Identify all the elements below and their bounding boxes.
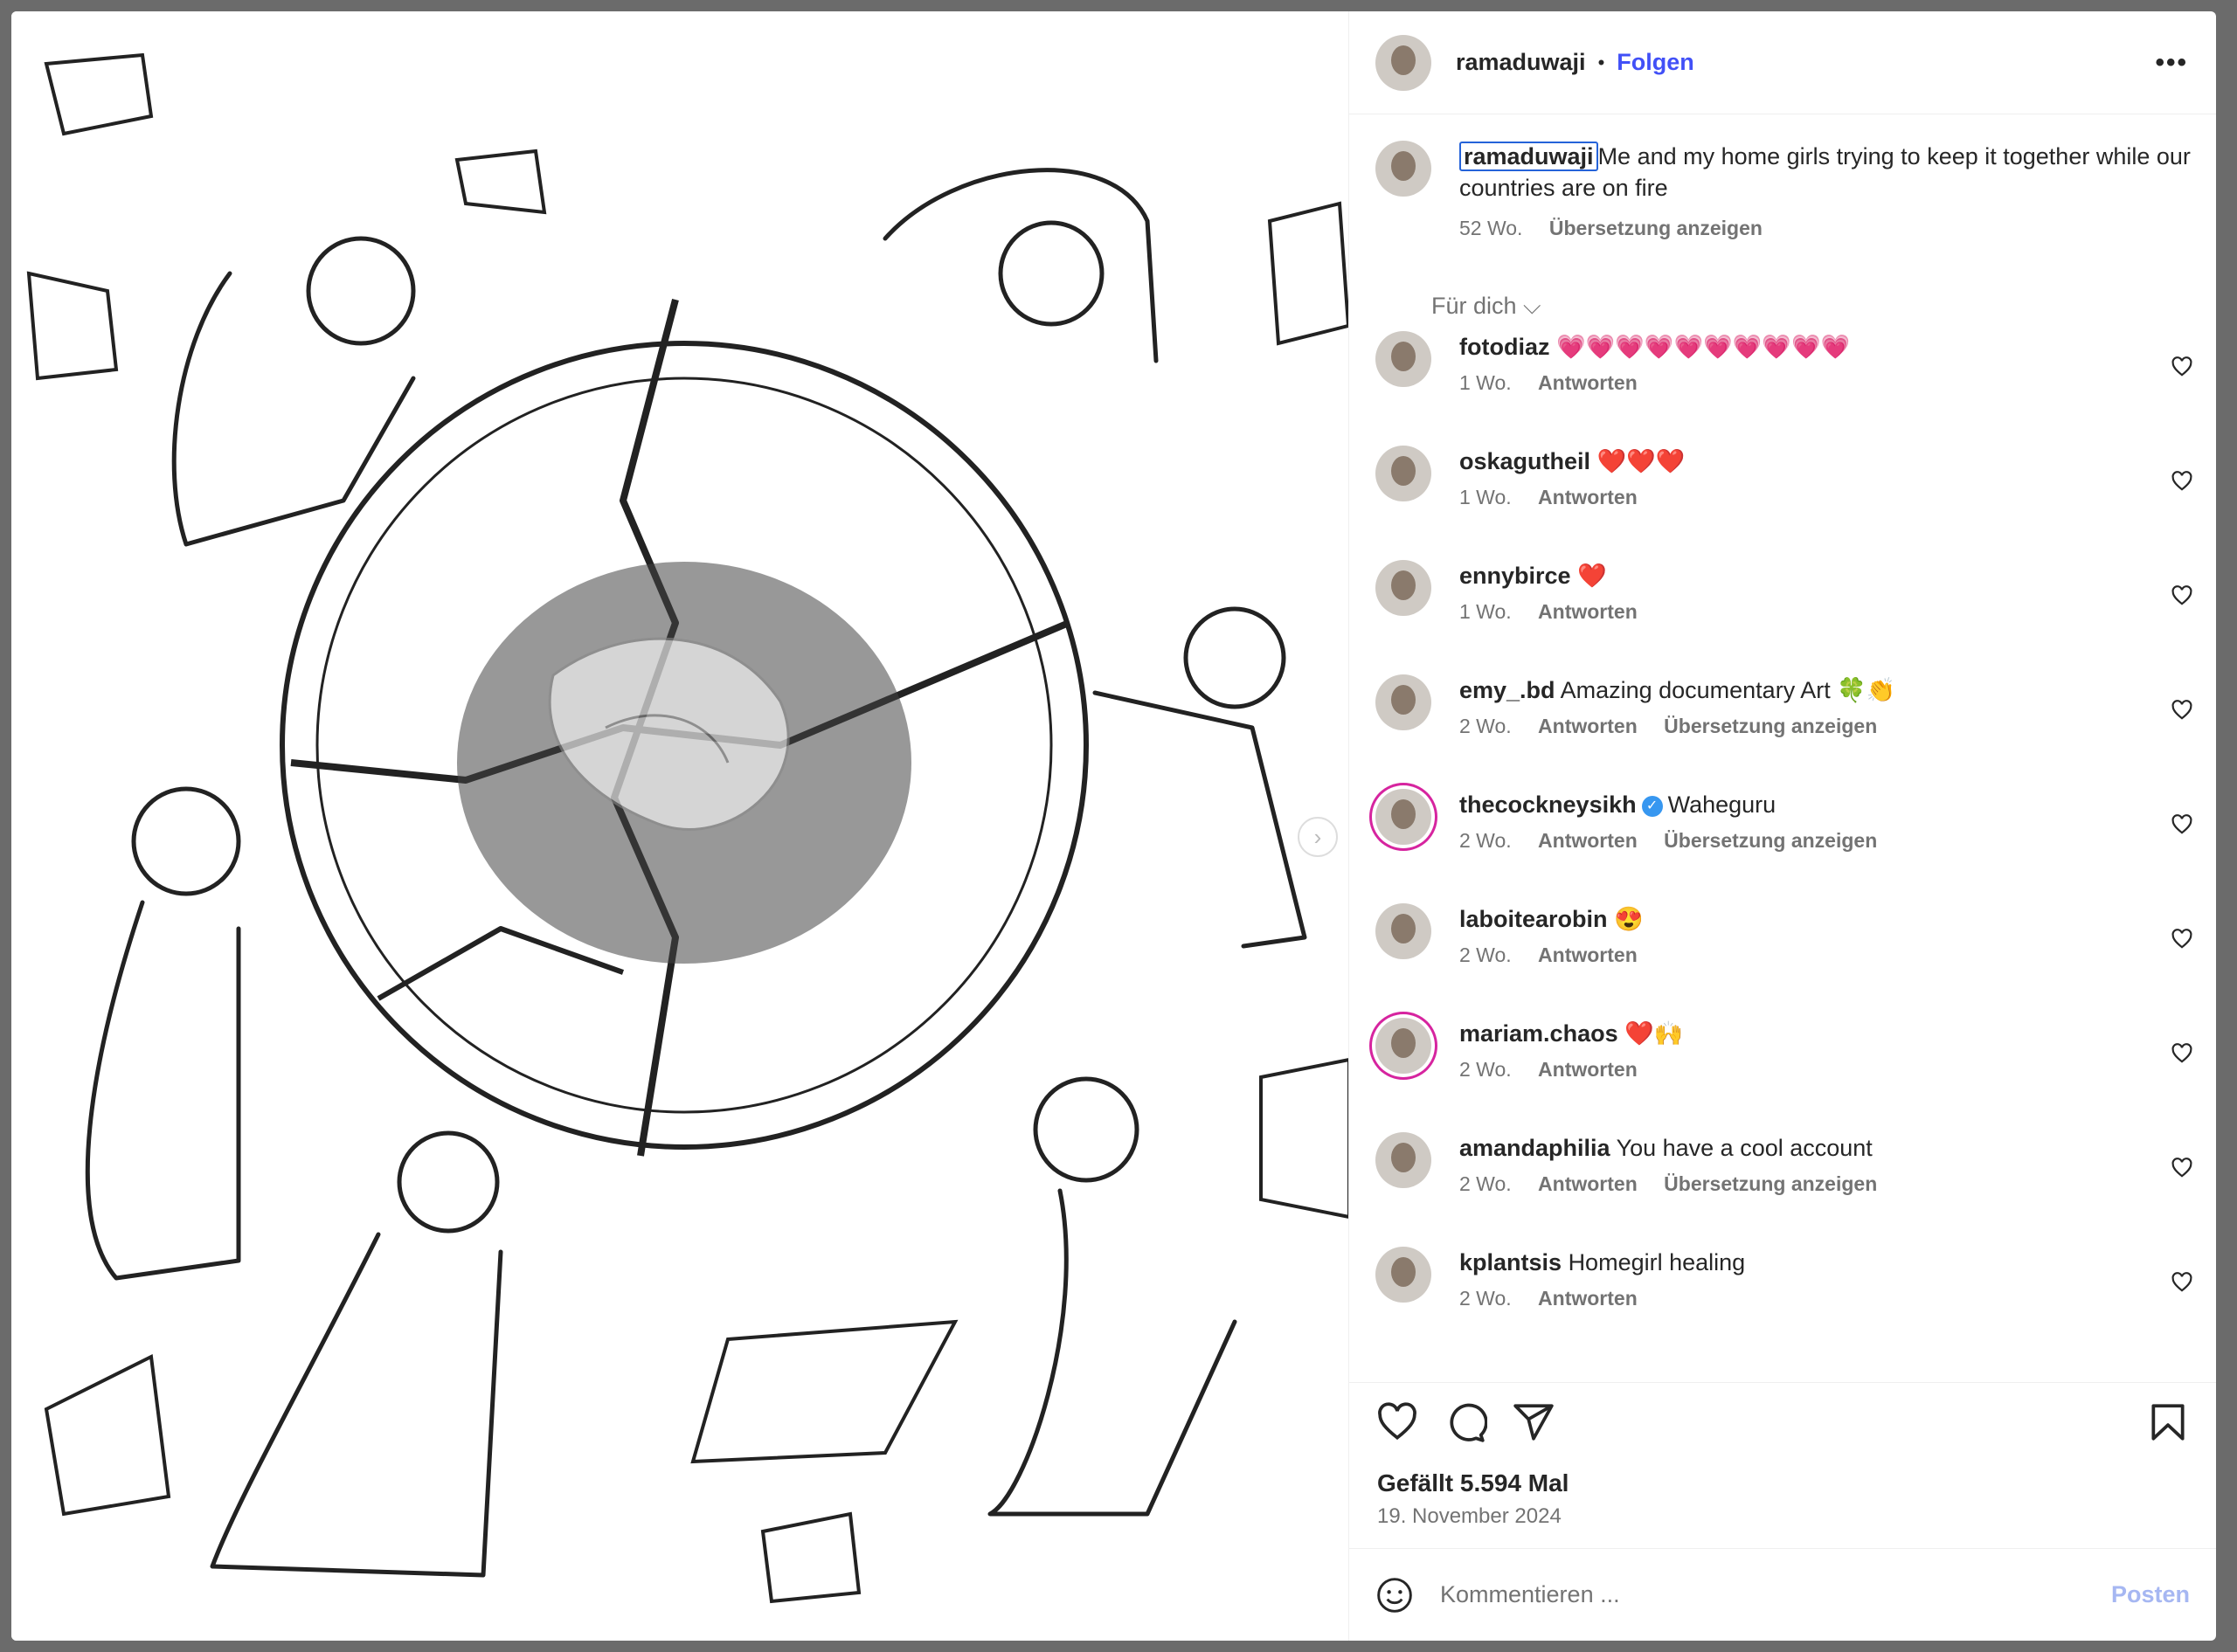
comment-avatar[interactable] (1375, 789, 1431, 845)
comment-row: oskagutheil ❤️❤️❤️ 1 Wo. Antworten (1375, 444, 2193, 558)
caption-username[interactable]: ramaduwaji (1459, 142, 1598, 171)
comment-reply-link[interactable]: Antworten (1538, 1058, 1638, 1081)
comment-avatar[interactable] (1375, 331, 1431, 387)
comment-like-heart-icon[interactable] (2171, 928, 2193, 950)
chevron-right-icon: › (1313, 823, 1322, 850)
comment-composer: Posten (1349, 1548, 2216, 1641)
post-modal: › ramaduwaji • Folgen ••• ramaduwaji Me a… (11, 11, 2216, 1641)
post-comment-button[interactable]: Posten (2111, 1581, 2190, 1608)
comment-translate-link[interactable]: Übersetzung anzeigen (1664, 715, 1877, 737)
comment-avatar[interactable] (1375, 446, 1431, 501)
more-icon[interactable]: ••• (2155, 48, 2188, 78)
comment-filter-dropdown[interactable]: Für dich ⌵ (1431, 293, 2193, 321)
comment-time[interactable]: 2 Wo. (1459, 829, 1512, 852)
comment-username[interactable]: ennybirce (1459, 563, 1571, 589)
comment-text: ❤️ (1577, 563, 1607, 589)
comment-time[interactable]: 2 Wo. (1459, 1287, 1512, 1310)
comment-reply-link[interactable]: Antworten (1538, 829, 1638, 852)
comment-translate-link[interactable]: Übersetzung anzeigen (1664, 829, 1877, 852)
caption-time[interactable]: 52 Wo. (1459, 217, 1522, 239)
comment-reply-link[interactable]: Antworten (1538, 944, 1638, 966)
comment-time[interactable]: 2 Wo. (1459, 715, 1512, 737)
next-image-button[interactable]: › (1298, 817, 1338, 857)
comment-input[interactable] (1440, 1581, 2111, 1608)
post-date[interactable]: 19. November 2024 (1349, 1497, 2216, 1548)
comment-row: kplantsis Homegirl healing 2 Wo. Antwort… (1375, 1245, 2193, 1359)
comment-row: laboitearobin 😍 2 Wo. Antworten (1375, 902, 2193, 1016)
comment-avatar[interactable] (1375, 1018, 1431, 1074)
comment-text: ❤️❤️❤️ (1596, 448, 1686, 474)
comment-text: ❤️🙌 (1624, 1020, 1684, 1047)
comment-reply-link[interactable]: Antworten (1538, 1172, 1638, 1195)
comment-like-heart-icon[interactable] (2171, 1157, 2193, 1179)
comment-time[interactable]: 2 Wo. (1459, 1058, 1512, 1081)
comment-like-heart-icon[interactable] (2171, 813, 2193, 836)
comment-row: thecockneysikh ✓ Waheguru 2 Wo. Antworten … (1375, 787, 2193, 902)
comment-icon[interactable] (1444, 1400, 1487, 1444)
comment-avatar[interactable] (1375, 903, 1431, 959)
emoji-icon[interactable] (1375, 1576, 1414, 1614)
author-avatar[interactable] (1375, 34, 1431, 91)
comment-row: amandaphilia You have a cool account 2 W… (1375, 1130, 2193, 1245)
author-username[interactable]: ramaduwaji (1456, 49, 1586, 76)
post-header: ramaduwaji • Folgen ••• (1349, 11, 2216, 114)
comment-username[interactable]: fotodiaz (1459, 334, 1549, 360)
comment-text: Homegirl healing (1568, 1249, 1746, 1275)
caption-translate-link[interactable]: Übersetzung anzeigen (1549, 217, 1763, 239)
comment-reply-link[interactable]: Antworten (1538, 1287, 1638, 1310)
comment-time[interactable]: 2 Wo. (1459, 944, 1512, 966)
comment-username[interactable]: emy_.bd (1459, 677, 1555, 703)
comment-like-heart-icon[interactable] (2171, 584, 2193, 607)
bookmark-icon[interactable] (2146, 1400, 2190, 1444)
likes-count[interactable]: Gefällt 5.594 Mal (1349, 1461, 2216, 1497)
comment-avatar[interactable] (1375, 1247, 1431, 1303)
comment-row: ennybirce ❤️ 1 Wo. Antworten (1375, 558, 2193, 673)
post-image[interactable]: › (11, 11, 1349, 1641)
caption-avatar[interactable] (1375, 141, 1431, 197)
comment-text: Amazing documentary Art 🍀👏 (1560, 677, 1896, 703)
follow-button[interactable]: Folgen (1617, 49, 1694, 76)
comment-text: 😍 (1614, 906, 1644, 932)
comment-avatar[interactable] (1375, 560, 1431, 616)
comment-reply-link[interactable]: Antworten (1538, 486, 1638, 508)
action-bar (1349, 1382, 2216, 1461)
comment-text: Waheguru (1667, 791, 1776, 818)
comment-like-heart-icon[interactable] (2171, 470, 2193, 493)
comment-text: 💗💗💗💗💗💗💗💗💗💗 (1556, 334, 1851, 360)
post-caption: ramaduwaji Me and my home girls trying to… (1375, 141, 2193, 244)
comment-row: fotodiaz 💗💗💗💗💗💗💗💗💗💗 1 Wo. Antworten (1375, 329, 2193, 444)
comment-username[interactable]: oskagutheil (1459, 448, 1590, 474)
share-icon[interactable] (1512, 1400, 1555, 1444)
comment-text: You have a cool account (1616, 1135, 1873, 1161)
post-sidebar: ramaduwaji • Folgen ••• ramaduwaji Me and… (1349, 11, 2216, 1641)
comment-time[interactable]: 1 Wo. (1459, 371, 1512, 394)
comment-translate-link[interactable]: Übersetzung anzeigen (1664, 1172, 1877, 1195)
comment-time[interactable]: 1 Wo. (1459, 600, 1512, 623)
comment-username[interactable]: mariam.chaos (1459, 1020, 1618, 1047)
comment-reply-link[interactable]: Antworten (1538, 600, 1638, 623)
comment-username[interactable]: kplantsis (1459, 1249, 1562, 1275)
comment-reply-link[interactable]: Antworten (1538, 715, 1638, 737)
comment-like-heart-icon[interactable] (2171, 699, 2193, 722)
comment-row: emy_.bd Amazing documentary Art 🍀👏 2 Wo.… (1375, 673, 2193, 787)
verified-badge-icon: ✓ (1641, 795, 1663, 817)
illustration-broken-plate (26, 52, 1348, 1604)
comment-username[interactable]: thecockneysikh (1459, 791, 1637, 818)
comments-list[interactable]: ramaduwaji Me and my home girls trying to… (1349, 114, 2216, 1382)
comment-time[interactable]: 1 Wo. (1459, 486, 1512, 508)
comment-username[interactable]: laboitearobin (1459, 906, 1608, 932)
comment-reply-link[interactable]: Antworten (1538, 371, 1638, 394)
comment-like-heart-icon[interactable] (2171, 1271, 2193, 1294)
comment-avatar[interactable] (1375, 1132, 1431, 1188)
heart-icon[interactable] (1375, 1400, 1419, 1444)
comment-avatar[interactable] (1375, 674, 1431, 730)
comment-username[interactable]: amandaphilia (1459, 1135, 1610, 1161)
comment-time[interactable]: 2 Wo. (1459, 1172, 1512, 1195)
comment-like-heart-icon[interactable] (2171, 356, 2193, 378)
separator-dot: • (1597, 51, 1605, 73)
comment-row: mariam.chaos ❤️🙌 2 Wo. Antworten (1375, 1016, 2193, 1130)
comment-like-heart-icon[interactable] (2171, 1042, 2193, 1065)
